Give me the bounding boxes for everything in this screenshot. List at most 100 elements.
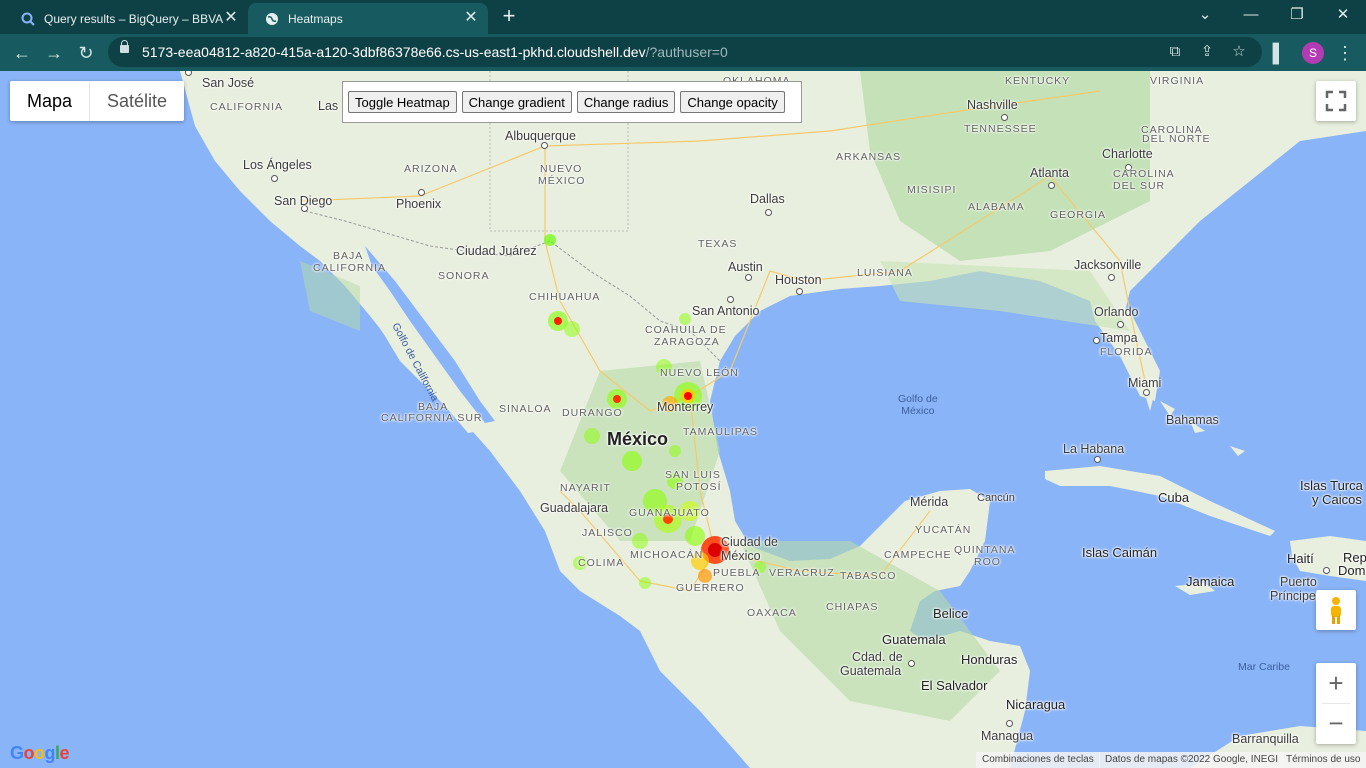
city-dot — [1048, 182, 1055, 189]
state-label: TAMAULIPAS — [683, 426, 758, 438]
back-icon[interactable]: ← — [9, 40, 35, 66]
country-label: Haití — [1287, 551, 1314, 566]
city-label: Ciudad Juárez — [456, 244, 537, 258]
city-dot — [765, 209, 772, 216]
state-label: TABASCO — [840, 570, 897, 582]
close-window-icon[interactable]: ✕ — [1320, 0, 1366, 34]
state-label: ARKANSAS — [836, 151, 902, 163]
state-label: SONORA — [438, 270, 490, 282]
pegman-icon — [1331, 597, 1341, 624]
zoom-in-icon[interactable]: + — [1316, 663, 1356, 703]
city-label: Orlando — [1094, 305, 1139, 319]
city-label: Jacksonville — [1074, 258, 1142, 272]
city-dot — [1094, 456, 1101, 463]
minimize-icon[interactable]: — — [1228, 0, 1274, 34]
state-label: GUANAJUATO — [629, 507, 710, 519]
city-dot — [727, 296, 734, 303]
state-label: DURANGO — [562, 407, 623, 419]
state-label: CAMPECHE — [884, 549, 952, 561]
tab-search-icon[interactable]: ⌄ — [1182, 0, 1228, 34]
address-bar[interactable]: 5173-eea04812-a820-415a-a120-3dbf86378e6… — [108, 37, 1262, 67]
terms-link[interactable]: Términos de uso — [1280, 752, 1366, 768]
city-label: Atlanta — [1030, 166, 1069, 180]
city-dot — [1117, 321, 1124, 328]
city-label: Guatemala — [840, 664, 902, 678]
country-label: Islas Turca — [1300, 478, 1363, 493]
state-label: CAROLINA — [1113, 168, 1175, 180]
country-label: Belice — [933, 606, 969, 621]
city-label: Barranquilla — [1232, 732, 1299, 746]
city-label: Charlotte — [1102, 147, 1153, 161]
close-tab-icon[interactable]: ✕ — [222, 9, 240, 27]
change-radius-button[interactable]: Change radius — [576, 91, 676, 113]
city-label: Ciudad de — [721, 535, 778, 549]
forward-icon[interactable]: → — [41, 40, 67, 66]
state-label: MICHOACÁN — [630, 549, 704, 561]
state-label: MÉXICO — [538, 175, 586, 187]
state-label: BAJA — [333, 250, 364, 262]
keyboard-shortcuts-link[interactable]: Combinaciones de teclas — [976, 752, 1100, 768]
change-gradient-button[interactable]: Change gradient — [461, 91, 572, 113]
city-label: Príncipe — [1270, 589, 1316, 603]
country-label: El Salvador — [921, 678, 988, 693]
country-label: Bahamas — [1166, 413, 1219, 427]
reload-icon[interactable]: ↻ — [73, 40, 99, 66]
city-dot — [745, 274, 752, 281]
state-label: POTOSÍ — [676, 481, 722, 493]
new-tab-icon[interactable]: + — [499, 5, 519, 27]
side-panel-icon[interactable]: ▌ — [1266, 40, 1292, 66]
url-text: 5173-eea04812-a820-415a-a120-3dbf86378e6… — [142, 44, 728, 60]
country-label: Islas Caimán — [1082, 545, 1158, 560]
state-label: CALIFORNIA — [210, 101, 284, 113]
state-label: GUERRERO — [676, 582, 745, 594]
city-dot — [1323, 567, 1330, 574]
tab-strip: Query results – BigQuery – BBVA ✕ Heatma… — [0, 0, 1366, 34]
state-label: PUEBLA — [713, 567, 761, 579]
city-dot — [1006, 720, 1013, 727]
city-dot — [796, 288, 803, 295]
state-label: ARIZONA — [404, 163, 458, 175]
fullscreen-icon — [1325, 90, 1347, 112]
bookmark-star-icon[interactable]: ☆ — [1228, 41, 1250, 63]
browser-toolbar: ← → ↻ 5173-eea04812-a820-415a-a120-3dbf8… — [0, 34, 1366, 71]
city-dot — [1143, 389, 1150, 396]
city-label: Guadalajara — [540, 501, 609, 515]
country-label: Nicaragua — [1006, 697, 1066, 712]
tab-bigquery[interactable]: Query results – BigQuery – BBVA ✕ — [4, 3, 248, 34]
city-label: San Antonio — [692, 304, 760, 318]
google-logo: Google — [10, 743, 70, 763]
tab-title: Query results – BigQuery – BBVA — [44, 11, 224, 26]
fullscreen-button[interactable] — [1316, 81, 1356, 121]
tab-heatmaps[interactable]: Heatmaps ✕ — [248, 3, 488, 34]
city-dot — [1001, 114, 1008, 121]
change-opacity-button[interactable]: Change opacity — [680, 91, 785, 113]
state-label: CHIAPAS — [826, 601, 879, 613]
city-dot — [271, 175, 278, 182]
translate-icon[interactable]: ⧉ — [1164, 41, 1186, 63]
state-label: GEORGIA — [1050, 209, 1107, 221]
map-canvas[interactable]: San José CALIFORNIA Las Albuquerque ARIZ… — [0, 71, 1366, 768]
city-dot — [418, 189, 425, 196]
city-label: Tampa — [1100, 331, 1138, 345]
city-label: Albuquerque — [505, 129, 576, 143]
menu-icon[interactable]: ⋮ — [1332, 40, 1358, 66]
city-dot — [1093, 337, 1100, 344]
share-icon[interactable]: ⇪ — [1196, 41, 1218, 63]
map-type-control: Mapa Satélite — [10, 81, 185, 121]
map-type-map-button[interactable]: Mapa — [10, 81, 91, 121]
state-label: FLORIDA — [1100, 346, 1153, 358]
map-data-attribution: Datos de mapas ©2022 Google, INEGI — [1099, 752, 1285, 768]
toggle-heatmap-button[interactable]: Toggle Heatmap — [348, 91, 457, 113]
zoom-out-icon[interactable]: − — [1316, 704, 1356, 744]
restore-icon[interactable]: ❐ — [1274, 0, 1320, 34]
profile-avatar[interactable]: S — [1302, 42, 1324, 64]
state-label: ZARAGOZA — [654, 336, 720, 348]
state-label: VERACRUZ — [769, 567, 835, 579]
state-label: SINALOA — [499, 403, 552, 415]
close-tab-icon[interactable]: ✕ — [462, 9, 480, 27]
state-label: CALIFORNIA — [313, 262, 387, 274]
city-label: San Diego — [274, 194, 333, 208]
map-type-satellite-button[interactable]: Satélite — [90, 81, 184, 121]
street-view-pegman[interactable] — [1316, 590, 1356, 630]
globe-icon — [264, 11, 280, 27]
